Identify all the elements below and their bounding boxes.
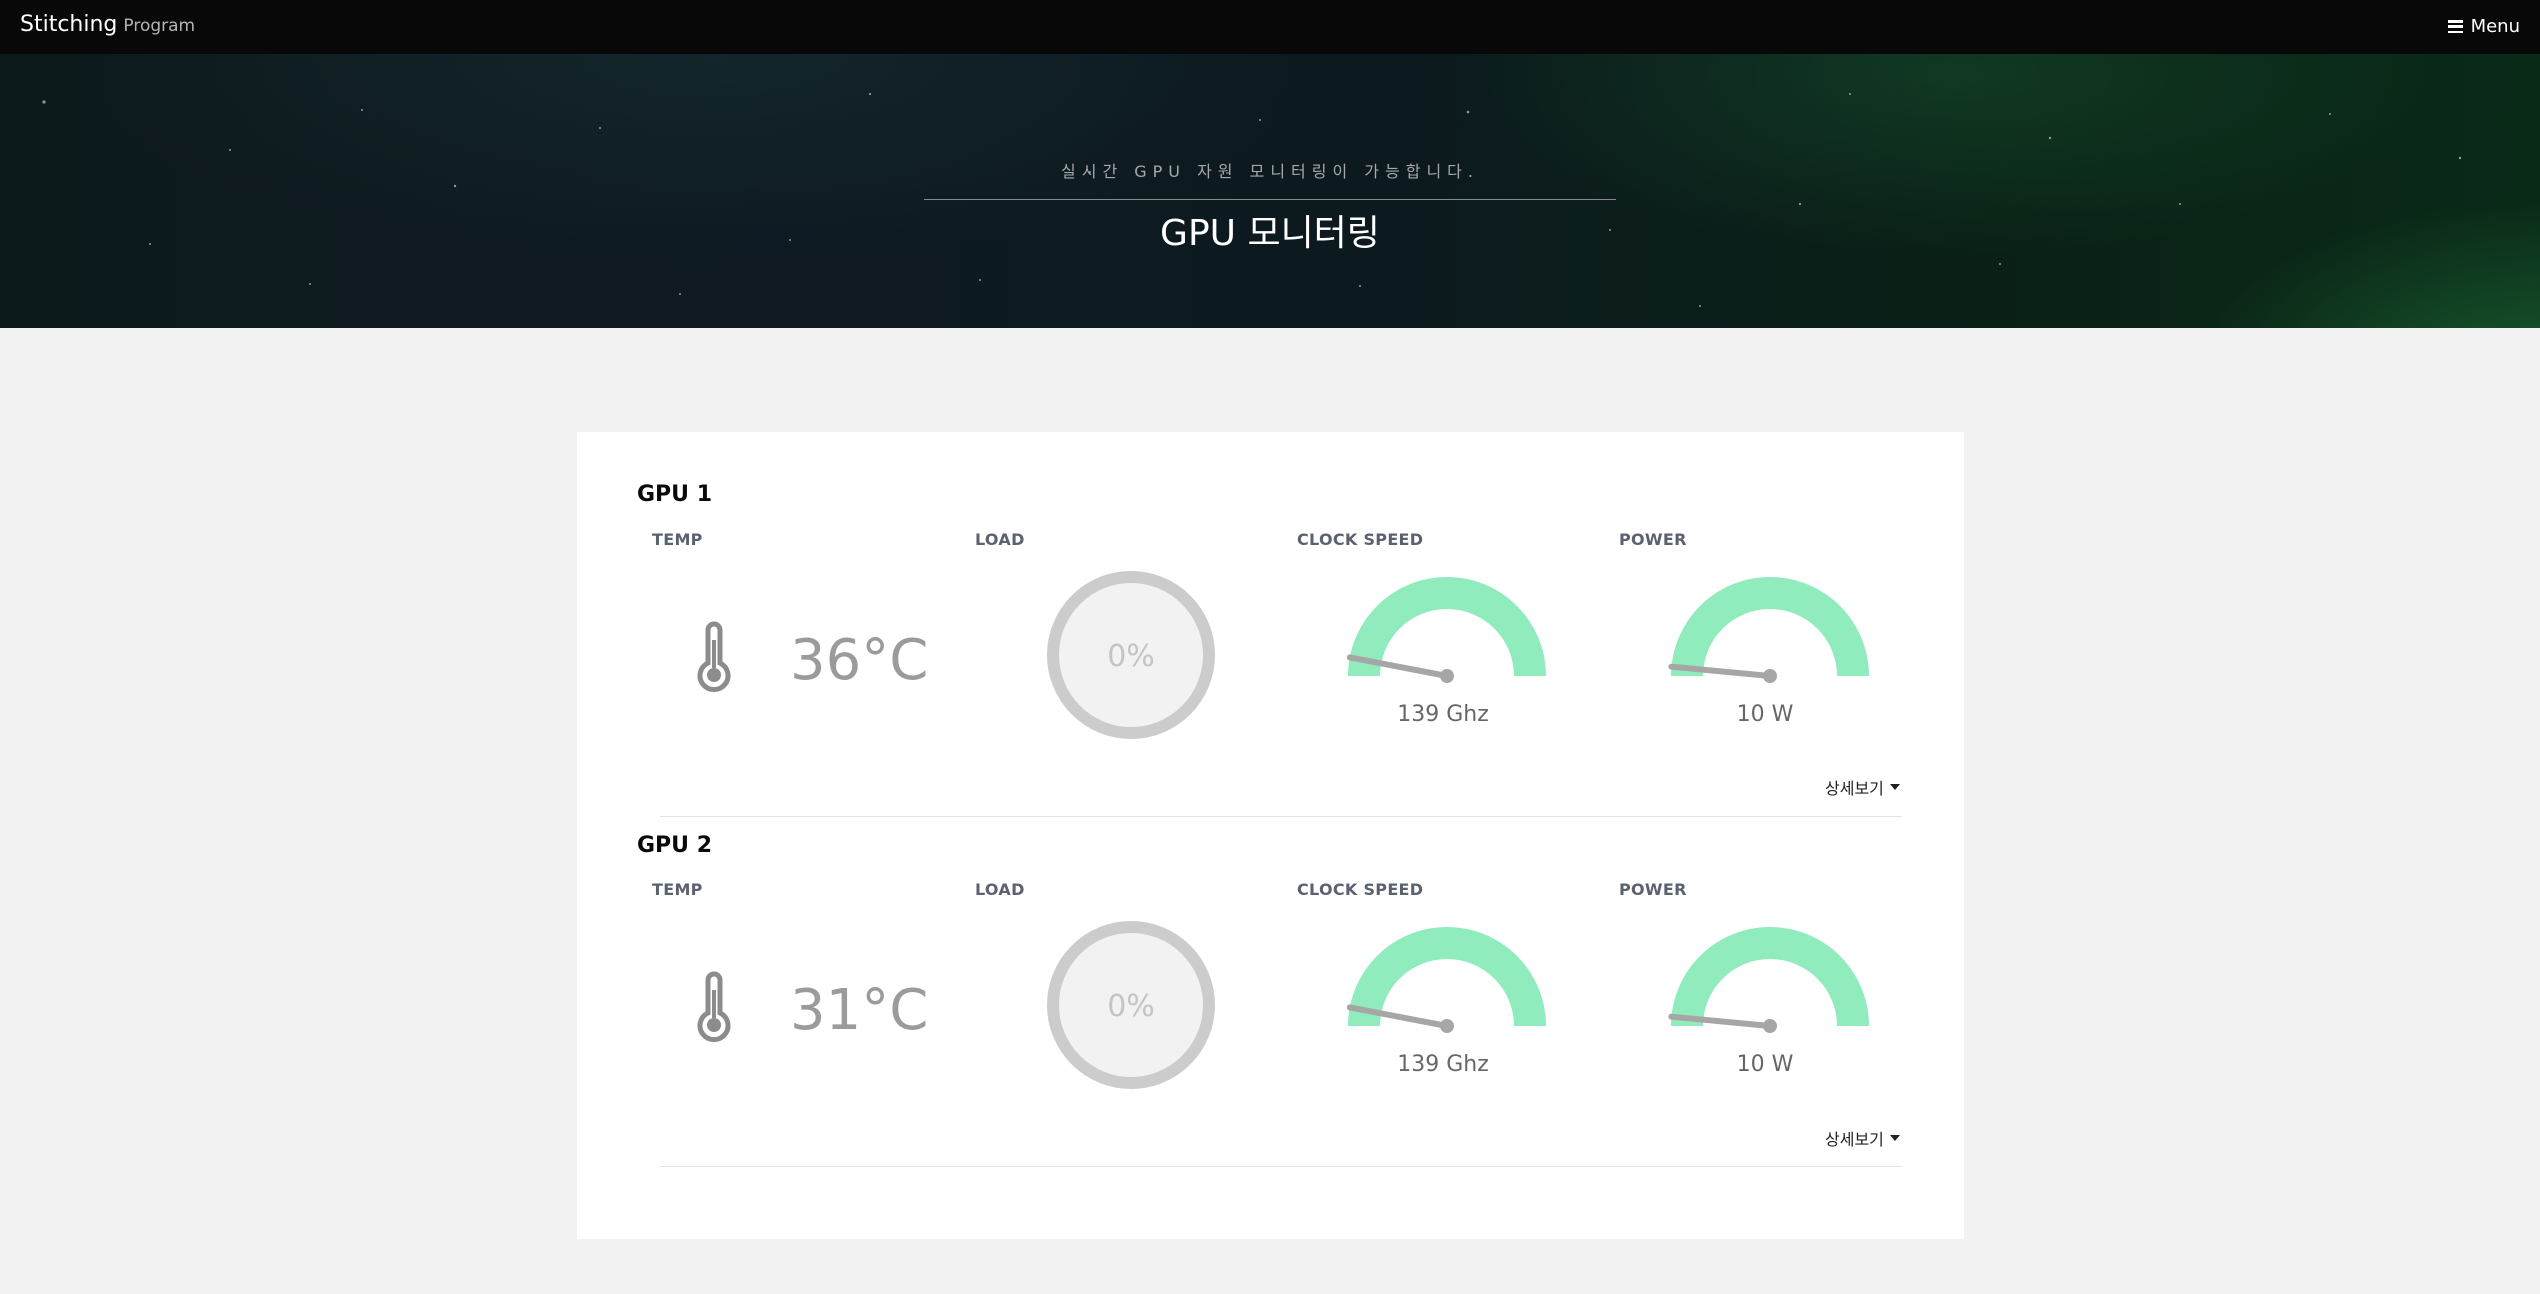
gpu-title: GPU 2 bbox=[637, 833, 713, 858]
detail-toggle[interactable]: 상세보기 bbox=[1825, 1126, 1900, 1150]
page-title: GPU 모니터링 bbox=[1160, 213, 1380, 254]
power-value: 10 W bbox=[1736, 1052, 1794, 1077]
temp-label: TEMP bbox=[652, 530, 703, 549]
power-gauge bbox=[1668, 927, 1869, 1033]
thermometer-icon bbox=[697, 621, 731, 693]
load-value: 0% bbox=[1107, 639, 1155, 674]
brand-name: Stitching bbox=[20, 12, 118, 37]
section-divider bbox=[660, 816, 1902, 817]
gpu-title: GPU 1 bbox=[637, 482, 713, 507]
clock-speed-label: CLOCK SPEED bbox=[1297, 880, 1424, 899]
power-label: POWER bbox=[1619, 530, 1687, 549]
section-divider bbox=[660, 1166, 1902, 1167]
temp-value: 31°C bbox=[790, 978, 929, 1043]
load-dial: 0% bbox=[1047, 921, 1215, 1089]
hero-banner: 실시간 GPU 자원 모니터링이 가능합니다. GPU 모니터링 bbox=[0, 54, 2540, 328]
detail-label: 상세보기 bbox=[1825, 1130, 1884, 1149]
power-value: 10 W bbox=[1736, 702, 1794, 727]
clock-speed-value: 139 Ghz bbox=[1397, 702, 1489, 727]
detail-label: 상세보기 bbox=[1825, 779, 1884, 798]
load-label: LOAD bbox=[975, 880, 1025, 899]
power-gauge bbox=[1668, 577, 1869, 683]
hero-subtitle: 실시간 GPU 자원 모니터링이 가능합니다. bbox=[1061, 162, 1479, 181]
caret-down-icon bbox=[1889, 1135, 1900, 1141]
clock-speed-value: 139 Ghz bbox=[1397, 1052, 1489, 1077]
load-label: LOAD bbox=[975, 530, 1025, 549]
clock-speed-label: CLOCK SPEED bbox=[1297, 530, 1424, 549]
clock-speed-gauge bbox=[1346, 927, 1546, 1033]
hamburger-icon bbox=[2447, 20, 2463, 33]
menu-label: Menu bbox=[2470, 16, 2520, 37]
clock-speed-gauge bbox=[1346, 577, 1546, 683]
caret-down-icon bbox=[1889, 784, 1900, 790]
load-value: 0% bbox=[1107, 989, 1155, 1024]
brand-subtitle: Program bbox=[123, 16, 196, 36]
brand-logo[interactable]: Stitching Program bbox=[20, 12, 195, 37]
top-navbar: Stitching Program Menu bbox=[0, 0, 2540, 54]
thermometer-icon bbox=[697, 971, 731, 1043]
load-dial: 0% bbox=[1047, 571, 1215, 739]
power-label: POWER bbox=[1619, 880, 1687, 899]
detail-toggle[interactable]: 상세보기 bbox=[1825, 775, 1900, 799]
temp-label: TEMP bbox=[652, 880, 703, 899]
gpu-monitor-card: GPU 1 TEMP LOAD CLOCK SPEED POWER 36°C 0… bbox=[577, 432, 1964, 1239]
temp-value: 36°C bbox=[790, 628, 929, 693]
starfield-background bbox=[42, 92, 2462, 307]
menu-button[interactable]: Menu bbox=[2447, 16, 2520, 37]
hero-divider bbox=[924, 199, 1616, 200]
